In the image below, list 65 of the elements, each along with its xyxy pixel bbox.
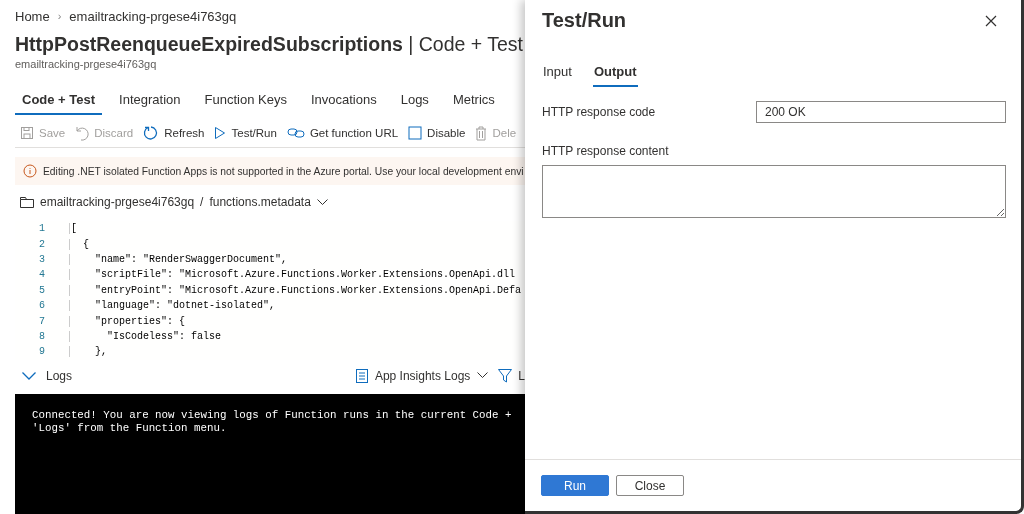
log-console: Connected! You are now viewing logs of Function runs in the current Code + 'Logs' from the Function menu. [15, 393, 525, 514]
run-button[interactable]: Run [541, 475, 609, 496]
field-label: HTTP response content [542, 144, 669, 158]
code-line: "language": "dotnet-isolated", [69, 300, 276, 312]
breadcrumb-link[interactable]: emailtracking-prgese4i763gq [69, 8, 237, 24]
trash-icon [475, 125, 488, 141]
code-line: "IsCodeless": false [69, 330, 222, 342]
code-line: { [69, 238, 89, 250]
tab[interactable]: Input [542, 62, 573, 87]
run-button[interactable]: Test/Run [209, 126, 282, 140]
code-line: "properties": { [69, 315, 186, 327]
response-content-field[interactable] [542, 165, 1006, 218]
page-subtitle: emailtracking-prgese4i763gq [14, 57, 158, 70]
undo-icon [75, 125, 90, 141]
play-icon [214, 126, 227, 140]
code-line: "name": "RenderSwaggerDocument", [69, 253, 288, 265]
close-icon [985, 15, 997, 27]
page-title: HttpPostReenqueueExpiredSubscriptions | Code + Test [14, 32, 525, 57]
chevron-icon [22, 371, 36, 380]
close-button[interactable]: Close [616, 475, 684, 496]
save-icon [20, 126, 34, 140]
folder-icon [20, 196, 34, 208]
breadcrumb-separator: › [57, 10, 62, 22]
chevron-down-icon [477, 372, 489, 379]
line-number: 8 [38, 330, 45, 342]
tab[interactable]: Metrics [445, 84, 502, 115]
logs-toggle[interactable]: Logs [22, 368, 73, 383]
url-button[interactable]: Get function URL [281, 127, 404, 139]
panel-title: Test/Run [542, 9, 627, 32]
refresh-button[interactable]: Refresh [138, 125, 210, 141]
chevron-down-icon [316, 198, 328, 206]
tab[interactable]: Integration [112, 84, 188, 115]
info-icon [23, 164, 37, 178]
line-number: 3 [38, 253, 45, 265]
document-icon [355, 368, 368, 383]
code-line: }, [69, 346, 107, 358]
line-number: 7 [38, 315, 45, 327]
file-name[interactable]: functions.metadata [209, 195, 311, 209]
filter-icon [498, 368, 513, 383]
filter-button[interactable]: L [498, 368, 525, 383]
folder-name[interactable]: emailtracking-prgese4i763gq [40, 195, 195, 209]
path-separator: / [200, 195, 204, 209]
tab[interactable]: Invocations [303, 84, 384, 115]
line-number: 5 [38, 284, 45, 296]
log-source-dropdown[interactable]: App Insights Logs [355, 368, 489, 383]
code-line: [ [69, 223, 77, 235]
line-number: 1 [38, 223, 45, 235]
line-number: 9 [38, 346, 45, 358]
line-number: 6 [38, 300, 45, 312]
warning-text: Editing .NET isolated Function Apps is not supported in the Azure portal. Use your local development envi [43, 165, 524, 177]
square-icon [408, 126, 423, 140]
field-label: HTTP response code [542, 105, 656, 119]
code-line: "entryPoint": "Microsoft.Azure.Functions.Worker.Extensions.OpenApi.Defa [69, 284, 522, 296]
refresh-icon [143, 125, 160, 141]
tab[interactable]: Code + Test [15, 84, 103, 115]
tab[interactable]: Function Keys [197, 84, 294, 115]
response-code-field[interactable]: 200 OK [756, 101, 1006, 123]
tab[interactable]: Output [592, 62, 638, 87]
line-number: 4 [38, 269, 45, 281]
line-number: 2 [38, 238, 45, 250]
tab[interactable]: Logs [393, 84, 436, 115]
link-icon [286, 127, 305, 139]
breadcrumb-link[interactable]: Home [15, 8, 50, 24]
code-line: "scriptFile": "Microsoft.Azure.Functions.Worker.Extensions.OpenApi.dll [69, 269, 516, 281]
disable-button[interactable]: Disable [403, 126, 471, 140]
